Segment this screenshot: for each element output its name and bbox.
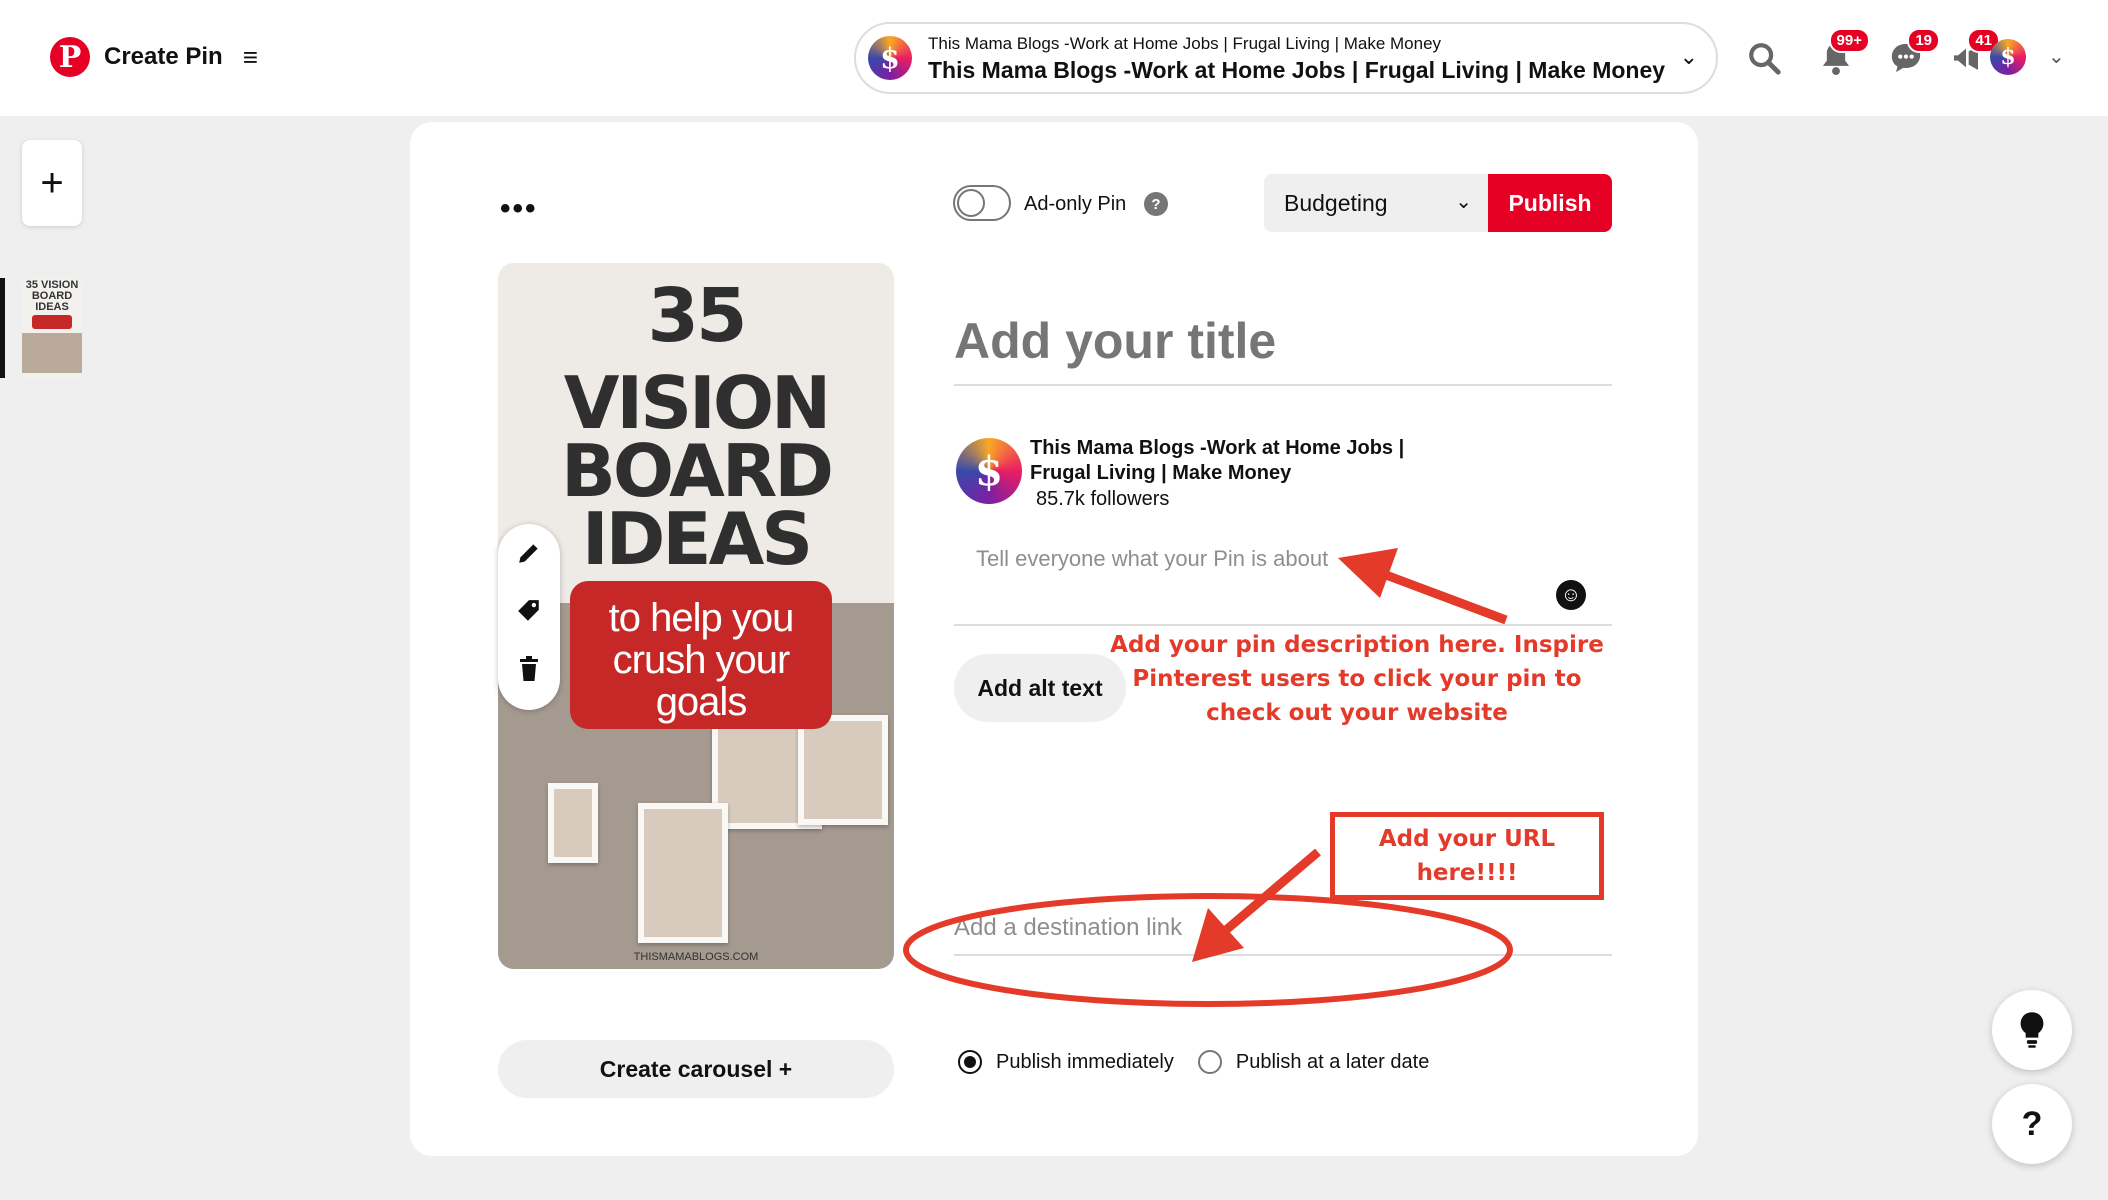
- notifications-badge: 99+: [1828, 28, 1870, 53]
- draft-pin-thumbnail[interactable]: 35 VISION BOARD IDEAS: [22, 278, 82, 378]
- destination-link-input[interactable]: Add a destination link: [954, 902, 1612, 956]
- destination-placeholder: Add a destination link: [954, 914, 1183, 941]
- author-followers: 85.7k followers: [1036, 488, 1170, 510]
- updates-megaphone-icon[interactable]: 41: [1944, 28, 2000, 80]
- brand[interactable]: P Create Pin ≡: [50, 37, 258, 77]
- pin-image-photo: [638, 803, 728, 943]
- pin-image-site: THISMAMABLOGS.COM: [633, 951, 759, 963]
- pin-image-heading: 35: [647, 273, 748, 359]
- ad-only-label: Ad-only Pin: [1024, 193, 1127, 215]
- publish-later-label[interactable]: Publish at a later date: [1236, 1051, 1429, 1074]
- board-select[interactable]: Budgeting ⌄: [1264, 174, 1488, 232]
- account-switcher[interactable]: $ This Mama Blogs -Work at Home Jobs | F…: [854, 22, 1718, 94]
- publish-later-radio[interactable]: [1197, 1050, 1222, 1074]
- chevron-down-icon: ⌄: [1679, 44, 1698, 69]
- account-avatar: $: [868, 36, 912, 80]
- author-avatar: $: [956, 438, 1022, 504]
- publish-immediately-radio[interactable]: [958, 1050, 982, 1074]
- profile-avatar[interactable]: $: [1990, 39, 2026, 75]
- description-input[interactable]: Tell everyone what your Pin is about ☺: [954, 524, 1612, 626]
- create-carousel-button[interactable]: Create carousel +: [498, 1040, 894, 1098]
- tag-icon[interactable]: [498, 582, 560, 640]
- notifications-bell-icon[interactable]: 99+: [1814, 28, 1870, 80]
- title-input[interactable]: Add your title: [954, 312, 1612, 386]
- menu-icon[interactable]: ≡: [243, 42, 258, 73]
- search-icon[interactable]: [1742, 36, 1786, 80]
- messages-badge: 19: [1907, 28, 1940, 53]
- board-select-value: Budgeting: [1284, 190, 1388, 216]
- toggle-knob: [957, 189, 985, 217]
- lightbulb-icon[interactable]: [1992, 990, 2072, 1070]
- help-button[interactable]: ?: [1992, 1084, 2072, 1164]
- thumbnail-photo: [22, 333, 82, 373]
- description-placeholder: Tell everyone what your Pin is about: [976, 546, 1329, 571]
- account-name-small: This Mama Blogs -Work at Home Jobs | Fru…: [928, 34, 1442, 53]
- more-options-icon[interactable]: •••: [500, 192, 538, 226]
- page-title: Create Pin: [104, 43, 223, 70]
- pin-image-photo: [548, 783, 598, 863]
- ad-only-toggle[interactable]: [953, 185, 1011, 221]
- add-pin-button[interactable]: +: [22, 140, 82, 226]
- author-name: This Mama Blogs -Work at Home Jobs | Fru…: [1030, 437, 1405, 484]
- account-name: This Mama Blogs -Work at Home Jobs | Fru…: [928, 57, 1666, 83]
- pin-image-toolbar: [498, 524, 560, 710]
- edit-pencil-icon[interactable]: [498, 524, 560, 582]
- pinterest-logo-icon[interactable]: P: [50, 37, 90, 77]
- chevron-down-icon: ⌄: [1455, 191, 1472, 213]
- trash-icon[interactable]: [498, 640, 560, 698]
- messages-icon[interactable]: 19: [1884, 28, 1940, 80]
- top-bar: P Create Pin ≡ $ This Mama Blogs -Work a…: [0, 0, 2108, 116]
- chevron-down-icon[interactable]: ⌄: [2048, 44, 2065, 69]
- selected-indicator: [0, 278, 5, 378]
- description-annotation: Add your pin description here. Inspire P…: [1110, 632, 1604, 726]
- thumbnail-bubble: [32, 315, 72, 329]
- pin-image-bubble: to help you crush your goals: [570, 581, 832, 729]
- publish-button[interactable]: Publish: [1488, 174, 1612, 232]
- thumbnail-text: 35 VISION BOARD IDEAS: [25, 279, 79, 313]
- emoji-icon[interactable]: ☺: [1556, 580, 1586, 610]
- help-icon[interactable]: ?: [1144, 192, 1168, 216]
- publish-immediately-label[interactable]: Publish immediately: [996, 1051, 1174, 1074]
- url-annotation: Add your URL here!!!!: [1378, 826, 1556, 886]
- publish-timing-options: Publish immediately Publish at a later d…: [958, 1050, 1429, 1074]
- pin-image-photo: [798, 715, 888, 825]
